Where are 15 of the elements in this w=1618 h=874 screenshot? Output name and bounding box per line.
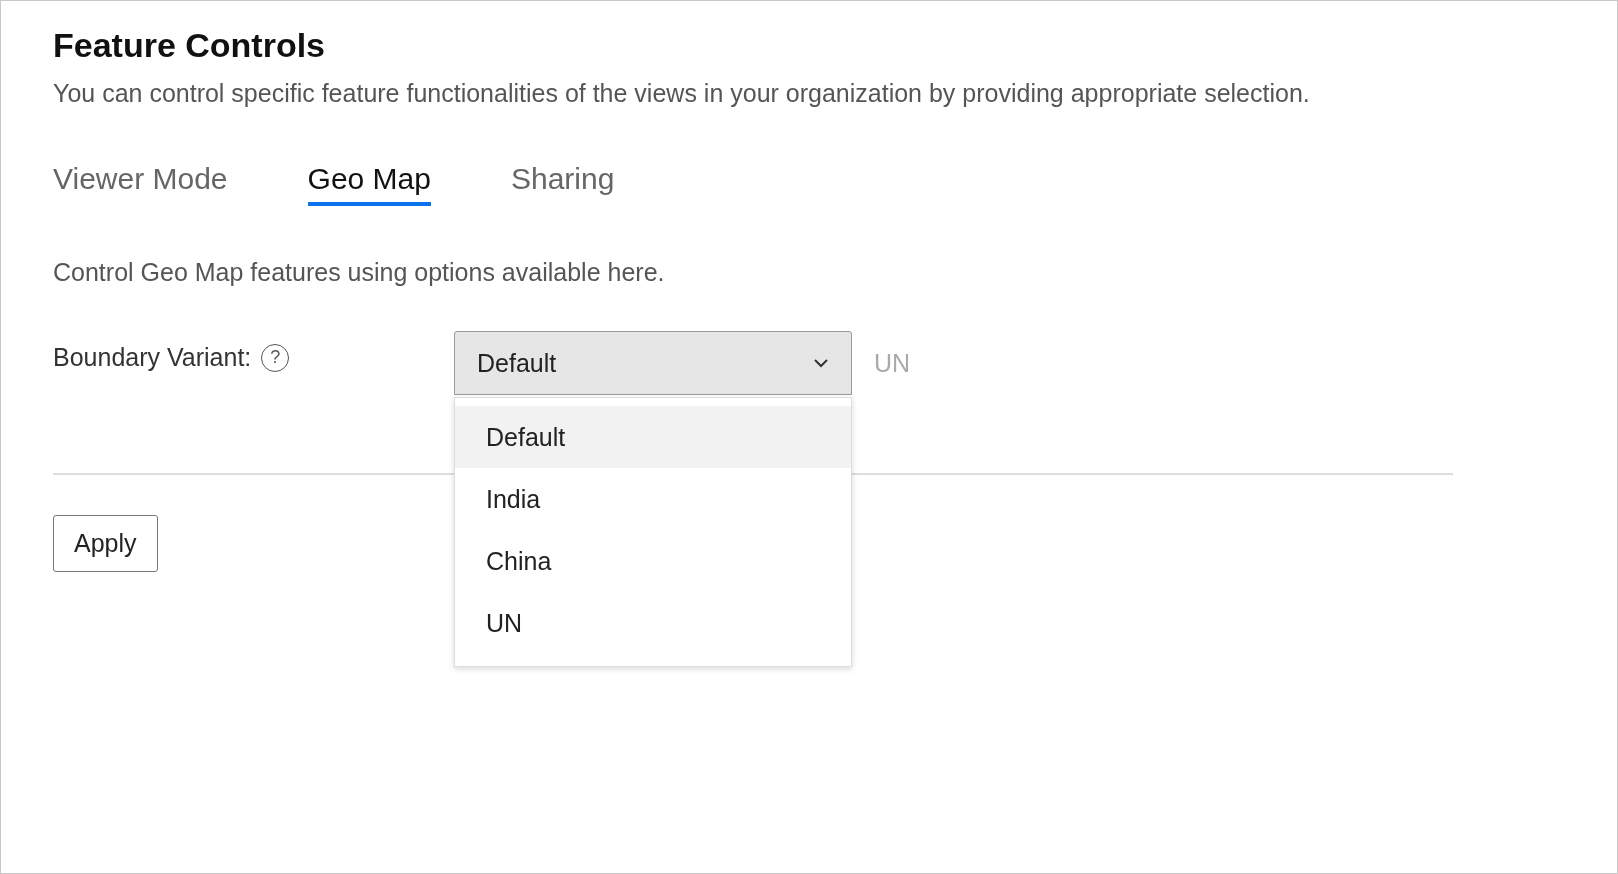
page-title: Feature Controls	[53, 25, 327, 66]
dropdown-option[interactable]: China	[455, 530, 851, 592]
dropdown-select[interactable]: Default	[454, 331, 852, 395]
page-description: You can control specific feature functionalities of the views in your organization by providing appropriate selection.	[53, 79, 1311, 108]
current-value: UN	[874, 349, 911, 378]
tab[interactable]: Geo Map	[307, 162, 431, 206]
dropdown-option[interactable]: Default	[455, 406, 851, 468]
dropdown-option[interactable]: India	[455, 468, 851, 530]
dropdown-option[interactable]: UN	[455, 592, 851, 654]
field-label: Boundary Variant:	[53, 343, 252, 372]
apply-button[interactable]: Apply	[53, 515, 158, 572]
chevron-down-icon	[813, 358, 829, 368]
tab[interactable]: Sharing	[510, 162, 615, 206]
section-description: Control Geo Map features using options available here.	[53, 258, 666, 287]
tab[interactable]: Viewer Mode	[53, 162, 228, 206]
